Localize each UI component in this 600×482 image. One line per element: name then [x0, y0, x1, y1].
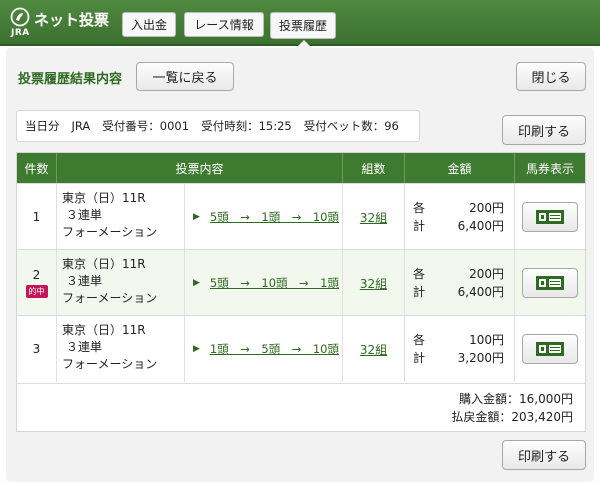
nav-history-button[interactable]: 投票履歴 [270, 12, 336, 39]
jra-horse-icon [10, 7, 30, 27]
ticket-view-button[interactable] [522, 268, 578, 298]
each-label: 各 [413, 333, 426, 347]
row-number-text: 3 [32, 342, 41, 356]
page-title: 投票履歴結果内容 [18, 72, 123, 87]
bet-method: フォーメーション [62, 291, 158, 305]
combo-link[interactable]: 5頭 → 10頭 → 1頭 [210, 275, 339, 291]
bet-content: 東京（日）11R ３連単 フォーメーション [57, 250, 185, 316]
total-label: 計 [413, 351, 426, 365]
bet-type: ３連単 [66, 208, 103, 222]
summary-receipt-no: 受付番号：0001 [102, 119, 190, 133]
table-row: 3 東京（日）11R ３連単 フォーメーション ▶ 1頭 → 5頭 → 10頭 … [17, 315, 585, 382]
jra-logo[interactable]: JRA ネット投票 [8, 5, 118, 41]
nav-race-info-button[interactable]: レース情報 [184, 12, 264, 37]
bet-type: ３連単 [66, 340, 103, 354]
col-header-amount: 金額 [405, 153, 515, 183]
ticket-cell [515, 316, 585, 382]
race-name: 東京（日）11R [62, 323, 146, 337]
total-label: 計 [413, 285, 426, 299]
print-button-top[interactable]: 印刷する [502, 115, 586, 145]
triangle-right-icon: ▶ [193, 212, 200, 222]
each-amount: 200円 [469, 267, 504, 281]
logo-title: ネット投票 [34, 11, 110, 29]
table-row: 2 的中 東京（日）11R ３連単 フォーメーション ▶ 5頭 → 10頭 → … [17, 249, 585, 316]
combo-cell: ▶ 1頭 → 5頭 → 10頭 [185, 316, 343, 382]
combo-link[interactable]: 1頭 → 5頭 → 10頭 [210, 341, 339, 357]
nav-deposit-button[interactable]: 入出金 [122, 12, 176, 37]
payout-total: 払戻金額：203,420円 [451, 410, 573, 424]
combo-count-link[interactable]: 32組 [343, 184, 405, 250]
totals: 購入金額：16,000円 払戻金額：203,420円 [17, 383, 585, 431]
top-bar: JRA ネット投票 入出金 レース情報 投票履歴 [0, 0, 600, 48]
each-label: 各 [413, 267, 426, 281]
triangle-right-icon: ▶ [193, 344, 200, 354]
combo-link[interactable]: 5頭 → 1頭 → 10頭 [210, 209, 339, 225]
col-header-count: 件数 [17, 153, 57, 183]
summary-org: JRA [71, 119, 91, 133]
total-amount: 3,200円 [457, 351, 504, 365]
amount-cell: 各 100円 計 3,200円 [405, 316, 515, 382]
col-header-bet-content: 投票内容 [57, 153, 343, 183]
back-to-list-button[interactable]: 一覧に戻る [136, 62, 234, 91]
each-label: 各 [413, 201, 426, 215]
race-name: 東京（日）11R [62, 191, 146, 205]
bet-method: フォーメーション [62, 357, 158, 371]
total-label: 計 [413, 219, 426, 233]
row-number: 3 [17, 316, 57, 382]
row-number: 1 [17, 184, 57, 250]
purchase-total: 購入金額：16,000円 [459, 392, 573, 406]
ticket-icon [536, 210, 564, 224]
bet-history-table: 件数 投票内容 組数 金額 馬券表示 1 東京（日）11R ３連単 フォーメーシ… [16, 152, 586, 432]
logo-jra-text: JRA [11, 28, 30, 38]
ticket-icon [536, 342, 564, 356]
print-button-bottom[interactable]: 印刷する [502, 440, 586, 470]
ticket-view-button[interactable] [522, 202, 578, 232]
summary-day: 当日分 [25, 119, 60, 133]
summary-receipt-time: 受付時刻：15:25 [201, 119, 292, 133]
summary-bet-count: 受付ベット数：96 [303, 119, 399, 133]
bet-method: フォーメーション [62, 225, 158, 239]
race-name: 東京（日）11R [62, 257, 146, 271]
amount-cell: 各 200円 計 6,400円 [405, 184, 515, 250]
amount-cell: 各 200円 計 6,400円 [405, 250, 515, 316]
hit-badge: 的中 [25, 285, 48, 298]
receipt-summary: 当日分 JRA 受付番号：0001 受付時刻：15:25 受付ベット数：96 [16, 110, 420, 142]
total-amount: 6,400円 [457, 219, 504, 233]
ticket-view-button[interactable] [522, 334, 578, 364]
each-amount: 200円 [469, 201, 504, 215]
bet-content: 東京（日）11R ３連単 フォーメーション [57, 184, 185, 250]
col-header-ticket: 馬券表示 [515, 153, 585, 183]
combo-count-link[interactable]: 32組 [343, 316, 405, 382]
each-amount: 100円 [469, 333, 504, 347]
bet-type: ３連単 [66, 274, 103, 288]
row-number-text: 1 [32, 210, 41, 224]
total-amount: 6,400円 [457, 285, 504, 299]
active-tab-pointer [296, 40, 312, 48]
ticket-cell [515, 184, 585, 250]
ticket-cell [515, 250, 585, 316]
table-row: 1 東京（日）11R ３連単 フォーメーション ▶ 5頭 → 1頭 → 10頭 … [17, 183, 585, 250]
row-number-text: 2 [32, 268, 41, 282]
combo-count-link[interactable]: 32組 [343, 250, 405, 316]
combo-cell: ▶ 5頭 → 1頭 → 10頭 [185, 184, 343, 250]
ticket-icon [536, 276, 564, 290]
close-button[interactable]: 閉じる [516, 62, 586, 91]
col-header-combos: 組数 [343, 153, 405, 183]
triangle-right-icon: ▶ [193, 278, 200, 288]
row-number: 2 的中 [17, 250, 57, 316]
bet-content: 東京（日）11R ３連単 フォーメーション [57, 316, 185, 382]
combo-cell: ▶ 5頭 → 10頭 → 1頭 [185, 250, 343, 316]
